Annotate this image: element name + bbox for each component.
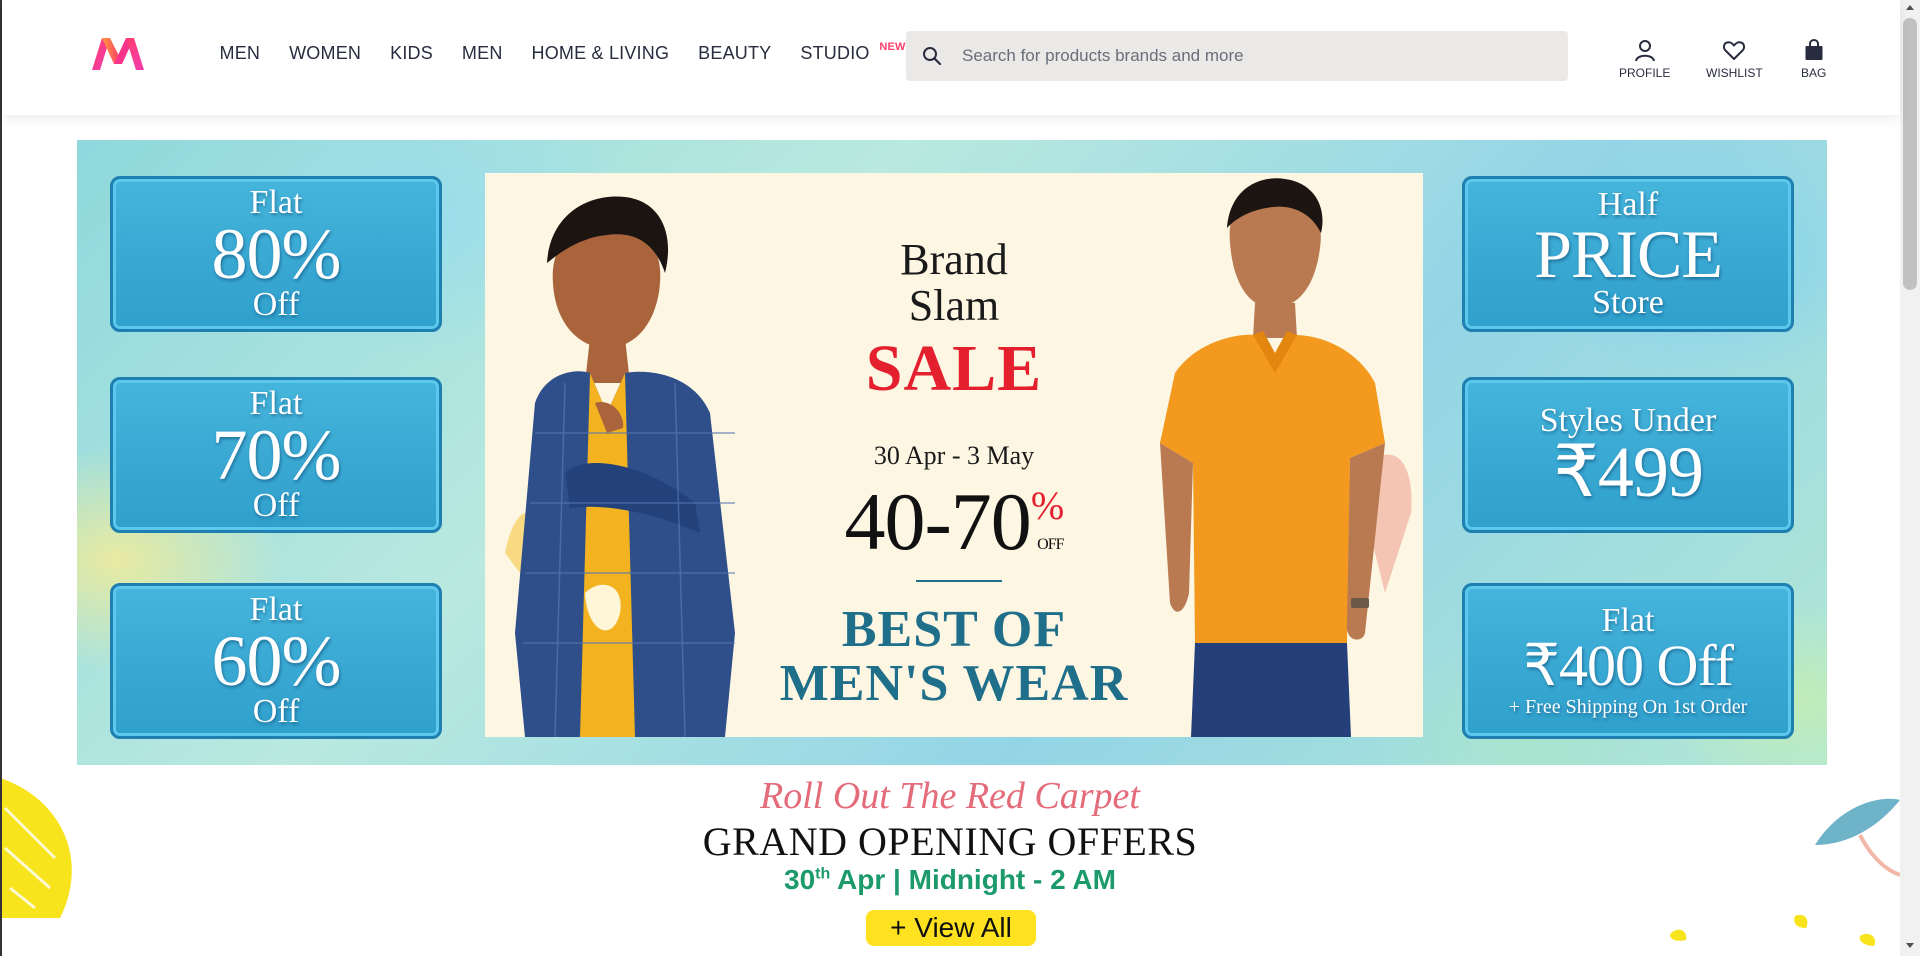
bag-label: BAG [1801,66,1827,80]
offer-card-suffix: Off [252,286,300,324]
search-bar[interactable] [906,31,1568,81]
scroll-up-arrow-icon[interactable] [1906,5,1914,10]
site-header: MEN WOMEN KIDS MEN HOME & LIVING BEAUTY … [2,0,1900,115]
nav-men[interactable]: MEN [220,43,261,64]
event-time-sup: th [815,865,831,883]
promo-discount: 40-70% OFF [485,475,1423,569]
promo-panel: Brand Slam SALE 30 Apr - 3 May 40-70% OFF… [485,173,1423,737]
promo-best-of-menswear: BEST OF MEN'S WEAR [485,603,1423,711]
event-title: GRAND OPENING OFFERS [702,819,1198,864]
offer-card-value: ₹400 Off [1523,633,1734,699]
offer-card-flat-80[interactable]: Flat 80% Off [110,176,442,332]
offer-card-flat-400[interactable]: Flat ₹400 Off + Free Shipping On 1st Ord… [1462,583,1794,739]
vertical-scrollbar[interactable] [1900,0,1920,956]
promo-dates: 30 Apr - 3 May [873,441,1035,470]
offer-card-styles-under[interactable]: Styles Under ₹499 [1462,377,1794,533]
offer-card-flat-60[interactable]: Flat 60% Off [110,583,442,739]
profile-icon [1634,40,1655,62]
heart-icon [1723,41,1746,60]
promo-brand-line2: Slam [908,281,1000,330]
offer-card-value: 60% [211,620,342,701]
nav-studio[interactable]: STUDIO NEW [800,41,905,64]
view-all-button[interactable]: + View All [866,910,1036,946]
offer-card-value: 80% [211,213,342,294]
nav-home-living[interactable]: HOME & LIVING [532,43,670,64]
scrollbar-thumb[interactable] [1903,18,1917,290]
promo-discount-range: 40-70 [844,476,1032,567]
wishlist-label: WISHLIST [1706,66,1763,80]
bag-icon [1805,38,1823,60]
search-icon [923,47,942,66]
brand-slam-sale-banner[interactable]: Flat 80% Off Flat 70% Off Flat 60% Off H… [77,140,1827,765]
promo-divider [916,580,1002,582]
nav-beauty[interactable]: BEAUTY [698,43,771,64]
promo-best-line1: BEST OF [841,601,1067,658]
yellow-petals-decoration [1670,914,1876,946]
nav-men-2[interactable]: MEN [462,43,503,64]
bag-button[interactable]: BAG [1801,38,1826,80]
offer-card-value: ₹499 [1553,431,1704,512]
myntra-logo[interactable] [88,34,148,74]
offer-card-suffix: Store [1592,284,1664,322]
event-time-day: 30 [784,864,816,895]
event-time: 30th Apr | Midnight - 2 AM [0,864,1900,896]
wishlist-button[interactable]: WISHLIST [1706,38,1763,80]
promo-best-line2: MEN'S WEAR [779,655,1129,712]
offer-card-flat-70[interactable]: Flat 70% Off [110,377,442,533]
offer-card-half-price[interactable]: Half PRICE Store [1462,176,1794,332]
offer-card-value: 70% [211,414,342,495]
offer-card-suffix: Off [252,487,300,525]
promo-brand-line1: Brand [900,235,1008,284]
event-time-rest: Apr | Midnight - 2 AM [830,864,1116,895]
promo-discount-percent: % [1030,483,1064,528]
event-script-heading: Roll Out The Red Carpet [760,775,1140,817]
profile-label: PROFILE [1619,66,1671,80]
window-edge [0,0,2,956]
promo-brand-title: Brand Slam [485,237,1423,329]
main-nav: MEN WOMEN KIDS MEN HOME & LIVING BEAUTY … [205,41,906,64]
offer-card-suffix: Off [252,693,300,731]
offer-card-note: + Free Shipping On 1st Order [1508,695,1748,718]
promo-discount-off: OFF [1037,536,1064,553]
promo-sale-text: SALE [865,332,1043,405]
scroll-down-arrow-icon[interactable] [1906,943,1914,948]
new-badge: NEW [879,41,906,53]
search-input[interactable] [962,46,1542,66]
nav-women[interactable]: WOMEN [289,43,361,64]
profile-button[interactable]: PROFILE [1619,38,1670,80]
nav-kids[interactable]: KIDS [390,43,433,64]
offer-card-value: PRICE [1534,215,1723,292]
